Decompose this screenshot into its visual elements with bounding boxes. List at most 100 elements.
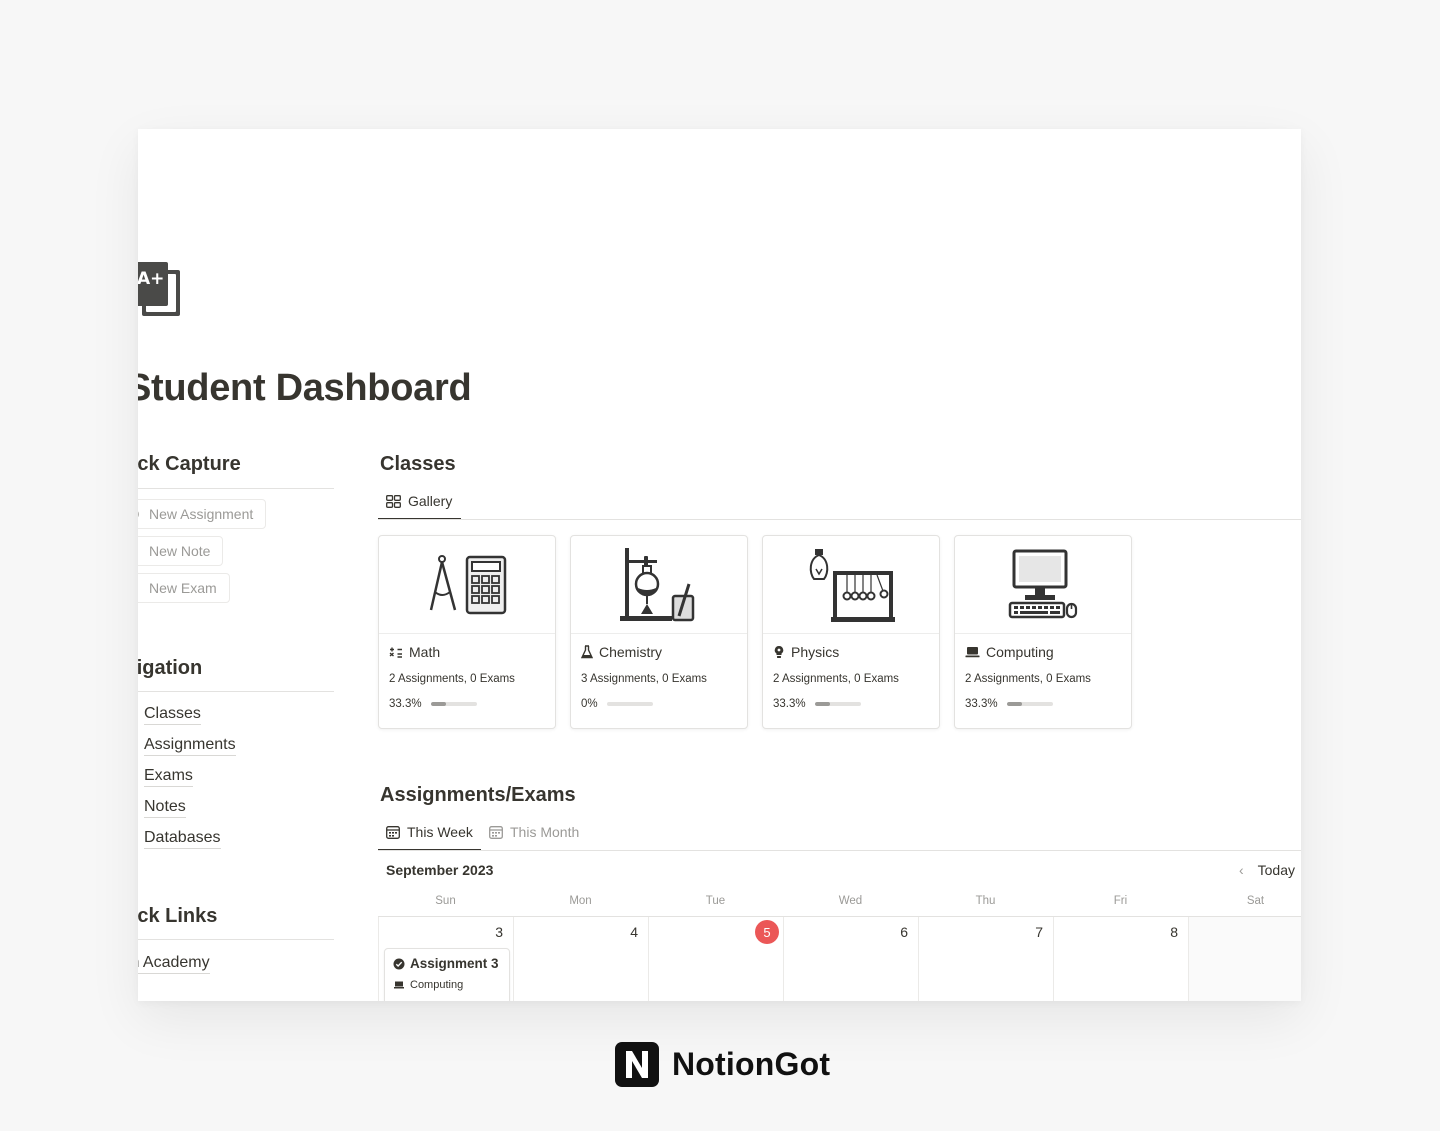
quick-link-khan-academy[interactable]: Khan Academy	[138, 953, 210, 974]
lightbulb-icon	[774, 645, 784, 658]
card-title: Physics	[773, 644, 839, 660]
progress-bar-fill	[1006, 702, 1022, 706]
class-card-math[interactable]: Math 2 Assignments, 0 Exams 33.3%	[378, 535, 556, 729]
new-assignment-button[interactable]: ❩ New Assignment	[138, 499, 267, 529]
check-circle-icon	[393, 958, 405, 969]
card-title-label: Math	[409, 644, 441, 660]
tab-this-month[interactable]: This Month	[489, 824, 579, 840]
calendar-icon	[489, 825, 503, 839]
progress-bar-fill	[814, 702, 830, 706]
card-title-label: Computing	[986, 644, 1054, 660]
nav-link-classes[interactable]: Classes	[144, 704, 201, 725]
calendar-day-cell[interactable]	[1188, 917, 1301, 1001]
weekday-label: Sat	[1246, 895, 1265, 907]
progress-bar	[430, 702, 477, 706]
quick-links-heading: Quick Links	[138, 905, 218, 927]
progress-bar	[814, 702, 861, 706]
tab-this-week[interactable]: This Week	[386, 824, 473, 840]
event-class: Computing	[394, 979, 463, 991]
event-title-label: Assignment 3	[410, 956, 499, 971]
day-number: 7	[1035, 924, 1043, 940]
weekday-label: Wed	[838, 895, 863, 907]
card-cover	[379, 536, 555, 634]
card-cover	[955, 536, 1131, 634]
class-card-chemistry[interactable]: Chemistry 3 Assignments, 0 Exams 0%	[570, 535, 748, 729]
card-summary: 2 Assignments, 0 Exams	[389, 673, 515, 685]
brand-name: NotionGot	[672, 1046, 831, 1082]
calendar-event-card[interactable]: Assignment 3 Computing	[384, 948, 510, 1001]
math-symbols-icon	[389, 647, 402, 658]
progress-label: 0%	[581, 698, 598, 710]
quick-links-divider	[138, 939, 334, 940]
today-button[interactable]: Today	[1258, 862, 1295, 878]
card-progress: 33.3%	[773, 698, 861, 710]
calendar-day-cell[interactable]: 6	[783, 917, 918, 1001]
calendar-day-cell[interactable]: 7	[918, 917, 1053, 1001]
new-assignment-label: New Assignment	[149, 506, 254, 522]
tab-gallery[interactable]: Gallery	[386, 493, 452, 509]
card-cover	[763, 536, 939, 634]
calendar-icon	[386, 825, 400, 839]
card-cover	[571, 536, 747, 634]
card-title: Computing	[965, 644, 1054, 660]
progress-label: 33.3%	[389, 698, 422, 710]
progress-bar	[1006, 702, 1053, 706]
quick-capture-heading: Quick Capture	[138, 453, 241, 475]
laptop-icon	[965, 647, 980, 658]
card-title-label: Physics	[791, 644, 840, 660]
desktop-computer-icon	[1008, 549, 1078, 618]
chevron-left-icon[interactable]: ‹	[1239, 862, 1244, 878]
assignments-heading: Assignments/Exams	[380, 784, 576, 806]
card-title-label: Chemistry	[599, 644, 663, 660]
card-progress: 33.3%	[965, 698, 1053, 710]
quick-capture-divider	[138, 488, 334, 489]
progress-bar-fill	[430, 702, 446, 706]
navigation-divider	[138, 691, 334, 692]
day-number: 3	[495, 924, 503, 940]
event-class-label: Computing	[410, 979, 464, 991]
calendar-day-cell[interactable]: 5	[648, 917, 783, 1001]
event-title: Assignment 3	[393, 956, 499, 971]
nav-link-exams[interactable]: Exams	[144, 766, 193, 787]
calendar-month-label: September 2023	[386, 862, 494, 878]
assignments-tabs-divider	[378, 850, 1301, 851]
nav-link-databases[interactable]: Databases	[144, 828, 221, 849]
card-progress: 0%	[581, 698, 653, 710]
card-summary: 2 Assignments, 0 Exams	[773, 673, 899, 685]
navigation-heading: Navigation	[138, 657, 203, 679]
card-summary: 3 Assignments, 0 Exams	[581, 673, 707, 685]
day-number: 4	[630, 924, 638, 940]
card-title: Math	[389, 644, 440, 660]
weekday-label: Tue	[705, 895, 726, 907]
gallery-icon	[386, 494, 401, 508]
class-card-physics[interactable]: Physics 2 Assignments, 0 Exams 33.3%	[762, 535, 940, 729]
notion-n-logo	[615, 1042, 659, 1087]
brand-logo: NotionGot	[614, 1041, 830, 1088]
calendar-day-cell[interactable]: 4	[513, 917, 648, 1001]
classes-tabs-divider	[378, 519, 1301, 520]
tab-this-month-label: This Month	[510, 824, 580, 840]
notion-page: A+ Student Dashboard Quick Capture ❩ New…	[138, 129, 1301, 1001]
exams-bullet-icon: ˊ	[138, 769, 139, 785]
flask-icon	[581, 645, 593, 659]
weekday-label: Thu	[975, 895, 996, 907]
new-exam-button[interactable]: ˊ New Exam	[138, 573, 230, 603]
card-summary: 2 Assignments, 0 Exams	[965, 673, 1091, 685]
grade-book-icon[interactable]: A+	[138, 260, 184, 320]
class-card-computing[interactable]: Computing 2 Assignments, 0 Exams 33.3%	[954, 535, 1132, 729]
progress-bar	[606, 702, 653, 706]
tab-gallery-label: Gallery	[408, 493, 453, 509]
laptop-icon	[394, 981, 404, 989]
compass-calculator-icon	[429, 554, 507, 614]
card-progress: 33.3%	[389, 698, 477, 710]
calendar-day-cell[interactable]: 8	[1053, 917, 1188, 1001]
new-note-label: New Note	[149, 543, 211, 559]
nav-link-notes[interactable]: Notes	[144, 797, 186, 818]
nav-link-assignments[interactable]: Assignments	[144, 735, 236, 756]
classes-heading: Classes	[380, 453, 456, 475]
progress-label: 33.3%	[965, 698, 998, 710]
tab-this-week-label: This Week	[407, 824, 473, 840]
pin-icon: ❩	[138, 507, 141, 521]
new-note-button[interactable]: ! New Note	[138, 536, 224, 566]
weekday-label: Mon	[569, 895, 592, 907]
